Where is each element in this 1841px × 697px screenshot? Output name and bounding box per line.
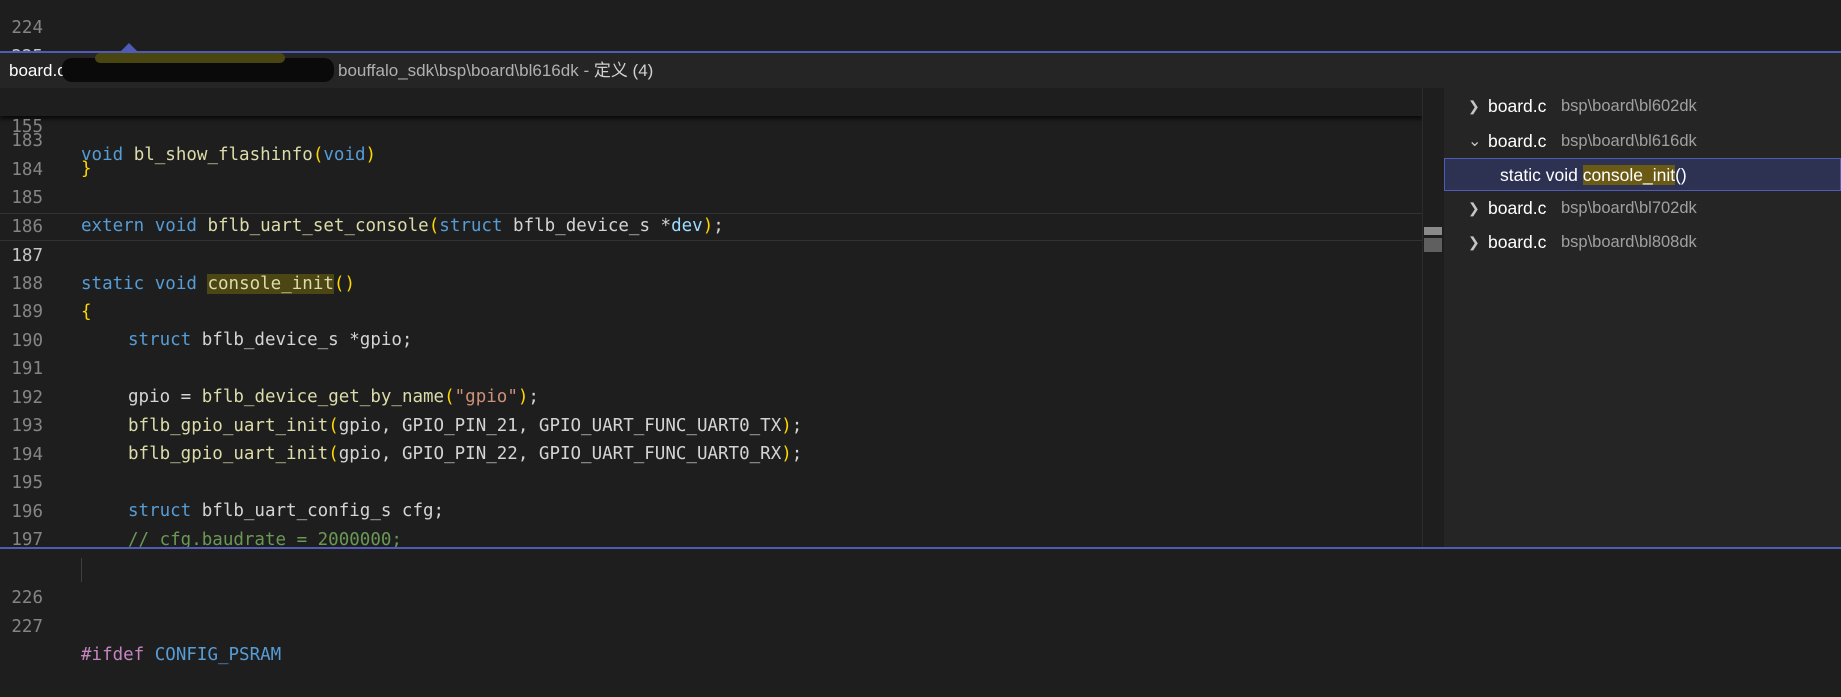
reference-match-row[interactable]: static void console_init(): [1444, 158, 1841, 191]
scrollbar-marker: [1424, 227, 1442, 235]
code-line[interactable]: 193 bflb_gpio_uart_init(gpio, GPIO_PIN_2…: [0, 384, 1422, 464]
reference-file-path: bsp\board\bl602dk: [1561, 97, 1697, 115]
sticky-line[interactable]: 155 void bl_show_flashinfo(void): [0, 88, 1422, 165]
editor-line[interactable]: 227 #ifdef CONFIG_PSRAM: [0, 585, 1841, 665]
code-line[interactable]: 192 bflb_gpio_uart_init(gpio, GPIO_PIN_2…: [0, 356, 1422, 436]
peek-body: 155 void bl_show_flashinfo(void) 183 } 1…: [0, 88, 1841, 547]
code-comment: // cfg.baudrate = 2000000;: [128, 530, 402, 547]
line-number: 227: [11, 617, 43, 637]
peek-header[interactable]: board.c bouffalo_sdk\bsp\board\bl616dk -…: [0, 53, 1841, 88]
scrollbar-thumb[interactable]: [1424, 238, 1442, 252]
code-line[interactable]: 196 // cfg.baudrate = 2000000;: [0, 470, 1422, 547]
reference-file-name: board.c: [1488, 198, 1547, 218]
reference-file-row[interactable]: ❯ board.c bsp\board\bl602dk: [1444, 90, 1841, 123]
reference-file-row[interactable]: ❯ board.c bsp\board\bl702dk: [1444, 192, 1841, 225]
peek-scrollbar[interactable]: [1422, 88, 1445, 547]
reference-file-name: board.c: [1488, 131, 1547, 151]
code-line[interactable]: 197 cfg.baudrate = 115200;: [0, 498, 1422, 547]
reference-match-text: static void console_init(): [1500, 165, 1687, 185]
code-line[interactable]: 188 {: [0, 242, 1422, 322]
code-line-active[interactable]: 187 static void console_init(): [0, 213, 1422, 294]
reference-file-row[interactable]: ⌄ board.c bsp\board\bl616dk: [1444, 125, 1841, 158]
sticky-scroll-header[interactable]: 155 void bl_show_flashinfo(void): [0, 88, 1422, 165]
chevron-right-icon: ❯: [1468, 200, 1480, 216]
editor-line: 224: [0, 0, 1841, 38]
reference-file-path: bsp\board\bl702dk: [1561, 199, 1697, 217]
chevron-right-icon: ❯: [1468, 98, 1480, 114]
redaction-mark: [95, 53, 285, 63]
editor-line-current[interactable]: 225 console_init();: [0, 15, 1841, 95]
code-line[interactable]: 189 struct bflb_device_s *gpio;: [0, 270, 1422, 350]
code-line[interactable]: 191 gpio = bflb_device_get_by_name("gpio…: [0, 327, 1422, 407]
chevron-down-icon: ⌄: [1468, 133, 1482, 150]
reference-file-name: board.c: [1488, 96, 1547, 116]
line-number: 197: [11, 530, 43, 547]
peek-file-path: bouffalo_sdk\bsp\board\bl616dk - 定义 (4): [338, 61, 654, 80]
peek-border-bottom: [0, 547, 1841, 549]
indent-guide: [81, 558, 82, 582]
code-editor[interactable]: 224 225 console_init(); board.c bouffalo…: [0, 0, 1841, 665]
references-list: ❯ board.c bsp\board\bl602dk ⌄ board.c bs…: [1444, 88, 1841, 547]
chevron-right-icon: ❯: [1468, 234, 1480, 250]
line-number: 155: [11, 117, 43, 137]
code-text: void bl_show_flashinfo(void): [81, 145, 377, 165]
code-line[interactable]: 190: [0, 299, 1422, 351]
reference-file-path: bsp\board\bl616dk: [1561, 132, 1697, 150]
code-line[interactable]: 186: [0, 185, 1422, 237]
reference-file-row[interactable]: ❯ board.c bsp\board\bl808dk: [1444, 226, 1841, 259]
peek-file-name[interactable]: board.c: [9, 53, 66, 88]
peek-editor[interactable]: 155 void bl_show_flashinfo(void) 183 } 1…: [0, 88, 1422, 547]
reference-file-name: board.c: [1488, 232, 1547, 252]
peek-pointer: [121, 43, 137, 51]
code-line[interactable]: 194: [0, 413, 1422, 465]
editor-line[interactable]: 226: [0, 556, 1841, 608]
code-line[interactable]: 195 struct bflb_uart_config_s cfg;: [0, 441, 1422, 521]
reference-file-path: bsp\board\bl808dk: [1561, 233, 1697, 251]
code-text: #ifdef CONFIG_PSRAM: [81, 645, 282, 665]
